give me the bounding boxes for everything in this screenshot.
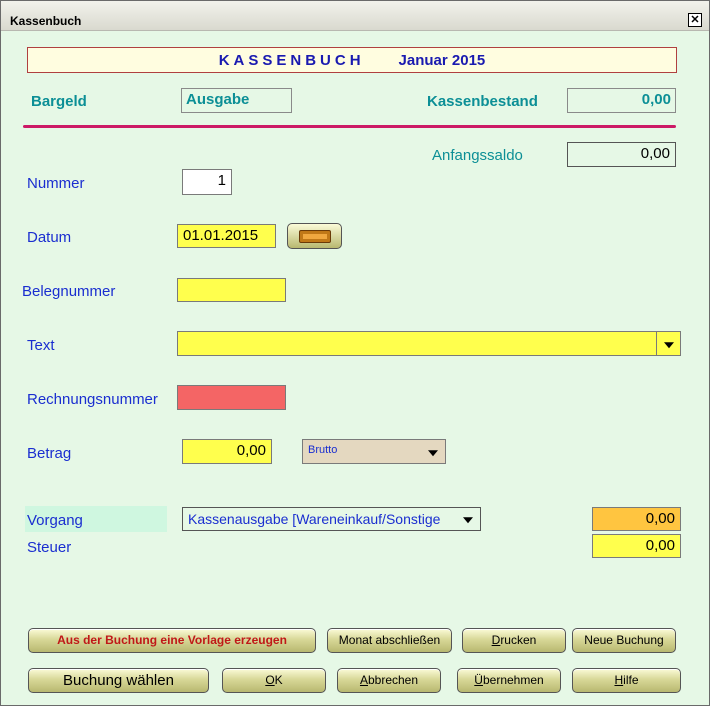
close-month-button[interactable]: Monat abschließen xyxy=(327,628,452,653)
print-button-mnemonic: D xyxy=(491,633,501,647)
help-button-label: ilfe xyxy=(623,673,639,687)
text-label: Text xyxy=(27,337,55,354)
beleg-label: Belegnummer xyxy=(22,283,116,300)
close-icon[interactable]: ✕ xyxy=(688,13,702,27)
accent-divider xyxy=(23,125,676,128)
nummer-label: Nummer xyxy=(27,175,85,192)
rechnung-field[interactable] xyxy=(177,385,286,410)
ok-button[interactable]: OK xyxy=(222,668,326,693)
chevron-down-icon[interactable] xyxy=(656,332,680,355)
chevron-down-icon[interactable] xyxy=(421,440,445,463)
vorgang-select[interactable]: Kassenausgabe [Wareneinkauf/Sonstige xyxy=(182,507,481,531)
header-month: Januar 2015 xyxy=(398,52,486,69)
betrag-field[interactable]: 0,00 xyxy=(182,439,272,464)
cancel-button-label: bbrechen xyxy=(367,673,419,687)
form-area: KASSENBUCH Januar 2015 Bargeld Ausgabe Ka… xyxy=(7,32,703,700)
create-template-button[interactable]: Aus der Buchung eine Vorlage erzeugen xyxy=(28,628,316,653)
chevron-down-icon[interactable] xyxy=(456,508,480,530)
select-booking-button[interactable]: Buchung wählen xyxy=(28,668,209,693)
header-banner: KASSENBUCH Januar 2015 xyxy=(27,47,677,73)
brutto-select[interactable]: Brutto xyxy=(302,439,446,464)
new-booking-button[interactable]: Neue Buchung xyxy=(572,628,676,653)
chevron-down-glyph xyxy=(663,341,674,348)
apply-button-mnemonic: Ü xyxy=(474,673,483,687)
window-title: Kassenbuch xyxy=(10,14,82,28)
vorgang-amount: 0,00 xyxy=(592,507,681,531)
chevron-down-glyph xyxy=(463,517,473,524)
cancel-button-mnemonic: A xyxy=(359,673,368,687)
steuer-label: Steuer xyxy=(27,539,72,556)
type-display: Ausgabe xyxy=(181,88,292,113)
calendar-button[interactable] xyxy=(287,223,342,249)
opening-label: Anfangssaldo xyxy=(432,147,523,164)
apply-button-label: bernehmen xyxy=(482,673,544,687)
print-button[interactable]: Drucken xyxy=(462,628,566,653)
header-text: KASSENBUCH Januar 2015 xyxy=(28,48,676,72)
beleg-field[interactable] xyxy=(177,278,286,302)
calendar-icon xyxy=(299,230,331,243)
vorgang-value: Kassenausgabe [Wareneinkauf/Sonstige xyxy=(188,511,441,527)
header-title: KASSENBUCH xyxy=(218,52,365,69)
rechnung-label: Rechnungsnummer xyxy=(27,391,158,408)
datum-field[interactable]: 01.01.2015 xyxy=(177,224,276,248)
title-bar[interactable]: Kassenbuch ✕ xyxy=(1,1,709,31)
brutto-value: Brutto xyxy=(308,444,338,456)
kassenbuch-window: Kassenbuch ✕ KASSENBUCH Januar 2015 Barge… xyxy=(0,0,710,706)
help-button[interactable]: Hilfe xyxy=(572,668,681,693)
nummer-field[interactable]: 1 xyxy=(182,169,232,195)
calendar-icon-inner xyxy=(303,234,327,239)
text-combobox[interactable] xyxy=(177,331,681,356)
cash-label: Bargeld xyxy=(31,93,87,110)
help-button-mnemonic: H xyxy=(614,673,624,687)
steuer-amount: 0,00 xyxy=(592,534,681,558)
opening-value: 0,00 xyxy=(567,142,676,167)
balance-value: 0,00 xyxy=(567,88,676,113)
cancel-button[interactable]: Abbrechen xyxy=(337,668,441,693)
ok-button-mnemonic: O xyxy=(265,673,275,687)
ok-button-label: K xyxy=(274,673,283,687)
print-button-label: rucken xyxy=(500,633,537,647)
chevron-down-glyph xyxy=(428,449,438,456)
betrag-label: Betrag xyxy=(27,445,72,462)
apply-button[interactable]: Übernehmen xyxy=(457,668,561,693)
vorgang-label: Vorgang xyxy=(27,512,83,529)
balance-label: Kassenbestand xyxy=(427,93,538,110)
datum-label: Datum xyxy=(27,229,72,246)
